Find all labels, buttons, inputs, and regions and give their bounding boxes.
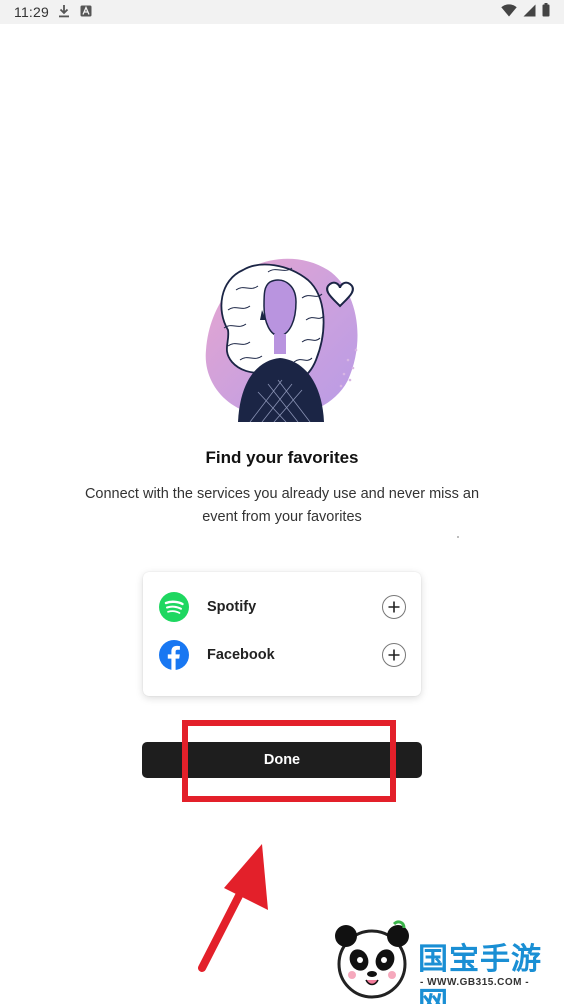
service-row-spotify[interactable]: Spotify: [143, 584, 421, 632]
add-facebook-button[interactable]: [382, 643, 406, 667]
a-notification-icon: [80, 5, 92, 17]
status-time: 11:29: [14, 4, 49, 20]
battery-icon: [542, 3, 550, 17]
red-arrow-icon: [198, 844, 268, 972]
decorative-dot: [457, 536, 459, 538]
page-title: Find your favorites: [205, 448, 359, 467]
screen: 11:29 Find your favorites Connect with t…: [0, 0, 564, 1004]
status-bar: 11:29: [0, 0, 564, 24]
status-right-icons: [501, 3, 550, 17]
plus-icon: [388, 601, 400, 613]
services-card: Spotify Facebook: [143, 572, 421, 696]
wifi-icon: [501, 3, 517, 16]
woman-with-heart-illustration: [205, 258, 358, 422]
page-subtitle: Connect with the services you already us…: [84, 486, 480, 525]
service-label-spotify: Spotify: [207, 599, 257, 615]
highlight-box: [182, 720, 396, 802]
status-left-icons: [58, 4, 92, 18]
service-label-facebook: Facebook: [207, 647, 275, 663]
watermark-title: 国宝手游网: [418, 942, 542, 1004]
spotify-icon: [159, 592, 189, 622]
watermark-url: - WWW.GB315.COM -: [420, 977, 530, 988]
facebook-icon: [159, 640, 189, 670]
watermark: 国宝手游网 - WWW.GB315.COM -: [312, 910, 564, 1004]
plus-icon: [388, 649, 400, 661]
download-icon: [59, 5, 69, 18]
signal-icon: [523, 4, 536, 16]
service-row-facebook[interactable]: Facebook: [143, 632, 421, 680]
panda-logo-icon: [335, 920, 409, 999]
add-spotify-button[interactable]: [382, 595, 406, 619]
